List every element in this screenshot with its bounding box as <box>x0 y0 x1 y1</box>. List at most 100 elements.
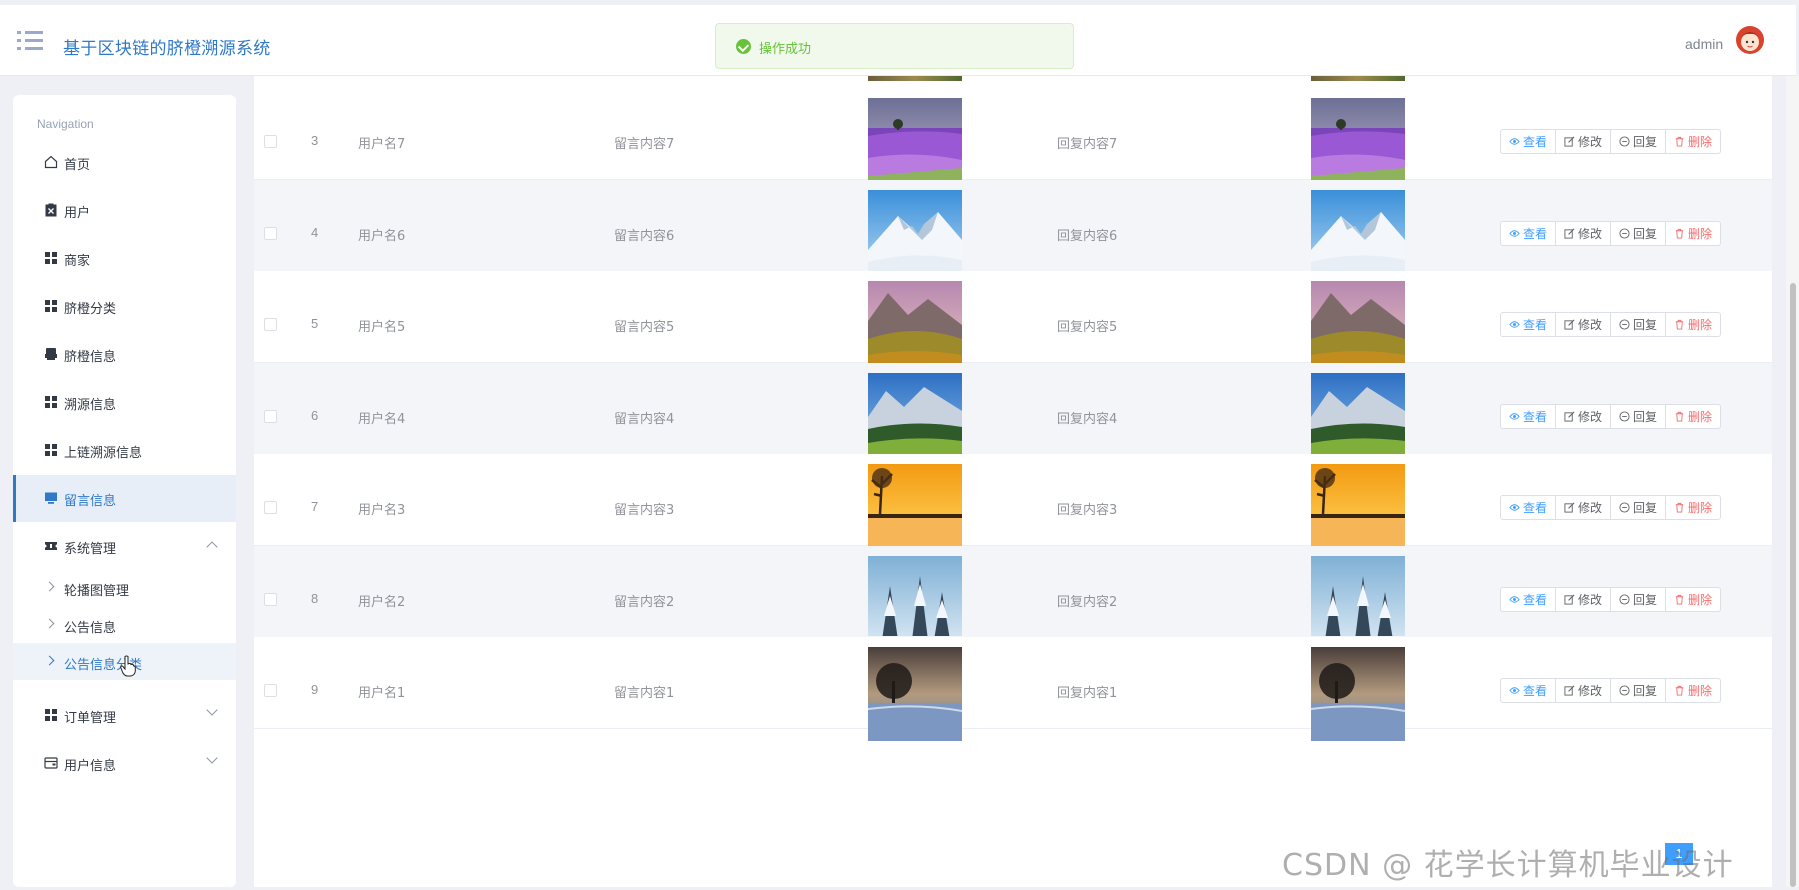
row-checkbox[interactable] <box>264 684 277 697</box>
row-username: 用户名1 <box>358 686 406 701</box>
edit-button[interactable]: 修改 <box>1555 221 1612 246</box>
reply-image[interactable] <box>1311 464 1405 558</box>
view-button[interactable]: 查看 <box>1500 404 1557 429</box>
reply-button[interactable]: 回复 <box>1610 404 1667 429</box>
edit-button[interactable]: 修改 <box>1555 129 1612 154</box>
sidebar-item-home[interactable]: 首页 <box>13 139 236 186</box>
sidebar-item-orange-info[interactable]: 脐橙信息 <box>13 331 236 378</box>
eye-icon <box>1509 413 1520 420</box>
row-actions: 查看 修改 回复 删除 <box>1500 221 1722 246</box>
sidebar-item-messages[interactable]: 留言信息 <box>13 475 236 522</box>
submenu-item-announcements[interactable]: 公告信息 <box>13 606 236 643</box>
delete-button[interactable]: 删除 <box>1665 221 1722 246</box>
sidebar-item-users[interactable]: 用户 <box>13 187 236 234</box>
row-index: 9 <box>311 682 319 697</box>
row-message: 留言内容1 <box>614 686 675 701</box>
scrollbar-thumb[interactable] <box>1790 283 1796 887</box>
reply-image[interactable] <box>1311 647 1405 741</box>
row-checkbox[interactable] <box>264 410 277 423</box>
table-row: 6 用户名4 留言内容4 回复内容4 查看 修改 回复 删除 <box>254 363 1772 467</box>
chat-bubble-icon <box>1619 594 1630 605</box>
reply-button[interactable]: 回复 <box>1610 678 1667 703</box>
message-image[interactable] <box>868 281 962 375</box>
view-button[interactable]: 查看 <box>1500 495 1557 520</box>
message-image[interactable] <box>868 98 962 192</box>
eye-icon <box>1509 687 1520 694</box>
edit-icon <box>1564 594 1575 605</box>
submenu-item-carousel[interactable]: 轮播图管理 <box>13 569 236 606</box>
reply-image[interactable] <box>1311 281 1405 375</box>
message-image[interactable] <box>868 190 962 284</box>
view-button[interactable]: 查看 <box>1500 221 1557 246</box>
sidebar-item-label: 商家 <box>64 254 91 269</box>
delete-button[interactable]: 删除 <box>1665 404 1722 429</box>
delete-button[interactable]: 删除 <box>1665 678 1722 703</box>
delete-button[interactable]: 删除 <box>1665 587 1722 612</box>
toast-message: 操作成功 <box>759 42 812 57</box>
reply-button[interactable]: 回复 <box>1610 312 1667 337</box>
row-index: 5 <box>311 316 319 331</box>
edit-button[interactable]: 修改 <box>1555 404 1612 429</box>
grid-icon <box>45 709 57 721</box>
view-button-label: 查看 <box>1523 227 1548 241</box>
row-checkbox[interactable] <box>264 135 277 148</box>
message-image[interactable] <box>868 647 962 741</box>
edit-button-label: 修改 <box>1578 318 1603 332</box>
reply-button[interactable]: 回复 <box>1610 221 1667 246</box>
view-button-label: 查看 <box>1523 318 1548 332</box>
sidebar-item-system-management[interactable]: 系统管理 <box>13 523 236 570</box>
edit-icon <box>1564 228 1575 239</box>
trash-icon <box>1675 594 1684 605</box>
sidebar-item-merchants[interactable]: 商家 <box>13 235 236 282</box>
reply-image[interactable] <box>1311 373 1405 467</box>
edit-icon <box>1564 319 1575 330</box>
view-button[interactable]: 查看 <box>1500 587 1557 612</box>
reply-image[interactable] <box>1311 190 1405 284</box>
reply-button[interactable]: 回复 <box>1610 129 1667 154</box>
edit-button[interactable]: 修改 <box>1555 587 1612 612</box>
delete-button[interactable]: 删除 <box>1665 312 1722 337</box>
view-button[interactable]: 查看 <box>1500 678 1557 703</box>
delete-button[interactable]: 删除 <box>1665 129 1722 154</box>
delete-button[interactable]: 删除 <box>1665 495 1722 520</box>
edit-button[interactable]: 修改 <box>1555 312 1612 337</box>
reply-button[interactable]: 回复 <box>1610 587 1667 612</box>
sidebar-item-order-management[interactable]: 订单管理 <box>13 692 236 739</box>
trash-icon <box>1675 136 1684 147</box>
row-actions: 查看 修改 回复 删除 <box>1500 495 1722 520</box>
row-reply: 回复内容2 <box>1057 595 1118 610</box>
edit-button[interactable]: 修改 <box>1555 678 1612 703</box>
view-button-label: 查看 <box>1523 410 1548 424</box>
message-image[interactable] <box>868 556 962 650</box>
row-checkbox[interactable] <box>264 318 277 331</box>
sidebar-item-user-info[interactable]: 用户信息 <box>13 740 236 787</box>
view-button-label: 查看 <box>1523 501 1548 515</box>
sidebar-item-chain-trace-info[interactable]: 上链溯源信息 <box>13 427 236 474</box>
sidebar-item-trace-info[interactable]: 溯源信息 <box>13 379 236 426</box>
chat-bubble-icon <box>1619 685 1630 696</box>
sidebar-item-label: 首页 <box>64 158 91 173</box>
message-image[interactable] <box>868 464 962 558</box>
view-button[interactable]: 查看 <box>1500 129 1557 154</box>
sidebar-item-label: 系统管理 <box>64 542 117 557</box>
edit-button[interactable]: 修改 <box>1555 495 1612 520</box>
delete-button-label: 删除 <box>1688 501 1713 515</box>
reply-button[interactable]: 回复 <box>1610 495 1667 520</box>
reply-image[interactable] <box>1311 556 1405 650</box>
sidebar-item-orange-category[interactable]: 脐橙分类 <box>13 283 236 330</box>
reply-button-label: 回复 <box>1633 318 1658 332</box>
view-button[interactable]: 查看 <box>1500 312 1557 337</box>
edit-button-label: 修改 <box>1578 593 1603 607</box>
row-checkbox[interactable] <box>264 227 277 240</box>
chat-bubble-icon <box>1619 411 1630 422</box>
message-image[interactable] <box>868 373 962 467</box>
row-checkbox[interactable] <box>264 593 277 606</box>
reply-image[interactable] <box>1311 98 1405 192</box>
avatar[interactable] <box>1735 24 1765 56</box>
row-checkbox[interactable] <box>264 501 277 514</box>
admin-username[interactable]: admin <box>1685 36 1723 52</box>
edit-button-label: 修改 <box>1578 410 1603 424</box>
menu-toggle-icon[interactable] <box>17 31 43 51</box>
reply-button-label: 回复 <box>1633 135 1658 149</box>
table-row: 8 用户名2 留言内容2 回复内容2 查看 修改 回复 删除 <box>254 546 1772 650</box>
